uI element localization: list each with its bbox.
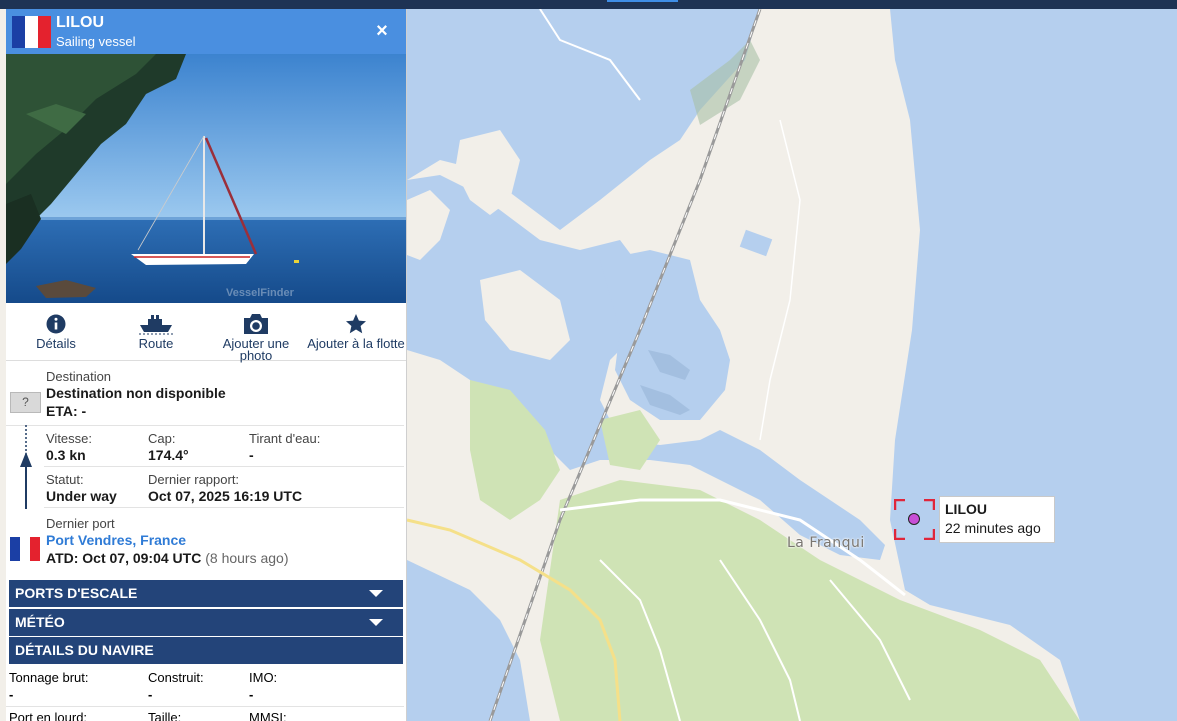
- last-port-row: Dernier port Port Vendres, France ATD: O…: [6, 508, 404, 574]
- mmsi-label: MMSI:: [249, 710, 287, 721]
- panel-header: LILOU Sailing vessel ×: [6, 9, 406, 54]
- route-button[interactable]: Route: [106, 303, 206, 360]
- gross-tonnage-value: -: [9, 687, 14, 702]
- star-icon: [306, 313, 406, 335]
- draught-value: -: [249, 447, 254, 463]
- draught-label: Tirant d'eau:: [249, 431, 321, 446]
- map-town-label: La Franqui: [787, 535, 865, 551]
- panel-actions: Détails Route Ajouter une photo Ajouter …: [6, 303, 406, 363]
- atd-value: ATD: Oct 07, 09:04 UTC (8 hours ago): [46, 550, 289, 566]
- info-icon: [6, 313, 106, 335]
- destination-label: Destination: [46, 369, 112, 384]
- eta-value: ETA: -: [46, 403, 87, 419]
- gross-tonnage-label: Tonnage brut:: [9, 670, 89, 685]
- add-photo-button-label: Ajouter une photo: [222, 336, 290, 363]
- atd-text: ATD: Oct 07, 09:04 UTC: [46, 550, 202, 566]
- unknown-destination-icon: ?: [10, 392, 41, 413]
- course-arrow-icon: [18, 425, 34, 511]
- imo-value: -: [249, 687, 254, 702]
- add-to-fleet-button[interactable]: Ajouter à la flotte: [306, 303, 406, 360]
- weather-section[interactable]: MÉTÉO: [9, 609, 403, 636]
- speed-row: Vitesse: 0.3 kn Cap: 174.4° Tirant d'eau…: [44, 426, 404, 467]
- vessel-map-tooltip[interactable]: LILOU 22 minutes ago: [939, 496, 1055, 543]
- deadweight-label: Port en lourd:: [9, 710, 88, 721]
- built-label: Construit:: [148, 670, 204, 685]
- target-bracket-icon: [893, 498, 936, 541]
- vessel-info-panel: LILOU Sailing vessel × VesselFinder Déta…: [6, 9, 407, 721]
- chevron-down-icon: [369, 590, 383, 597]
- vessel-details-section[interactable]: DÉTAILS DU NAVIRE: [9, 637, 403, 664]
- status-value: Under way: [46, 488, 117, 504]
- photo-watermark: VesselFinder: [226, 287, 294, 299]
- vessel-type: Sailing vessel: [56, 34, 136, 49]
- add-photo-button[interactable]: Ajouter une photo: [206, 303, 306, 363]
- weather-title: MÉTÉO: [15, 614, 65, 630]
- vessel-photo-image: [6, 54, 406, 303]
- course-label: Cap:: [148, 431, 176, 446]
- vessel-details-title: DÉTAILS DU NAVIRE: [15, 642, 154, 658]
- vessel-photo[interactable]: VesselFinder: [6, 54, 406, 303]
- france-flag-icon: [12, 16, 51, 48]
- destination-row: ? Destination Destination non disponible…: [6, 361, 404, 426]
- status-label: Statut:: [46, 472, 84, 487]
- course-value: 174.4°: [148, 447, 189, 463]
- speed-label: Vitesse:: [46, 431, 93, 446]
- tooltip-report-age: 22 minutes ago: [945, 520, 1041, 536]
- details-button-label: Détails: [36, 336, 76, 351]
- vessel-info-block: ? Destination Destination non disponible…: [6, 361, 406, 576]
- last-report-value: Oct 07, 2025 16:19 UTC: [148, 488, 303, 504]
- vessel-position-marker[interactable]: [893, 498, 936, 541]
- chevron-down-icon: [369, 619, 383, 626]
- active-tab-indicator: [607, 0, 678, 2]
- atd-ago: (8 hours ago): [205, 550, 289, 566]
- close-icon[interactable]: ×: [372, 21, 392, 41]
- details-divider: [6, 706, 404, 707]
- last-report-label: Dernier rapport:: [148, 472, 240, 487]
- status-row: Statut: Under way Dernier rapport: Oct 0…: [44, 467, 404, 508]
- destination-value: Destination non disponible: [46, 385, 226, 401]
- tooltip-vessel-name: LILOU: [945, 501, 987, 517]
- vessel-name: LILOU: [56, 14, 104, 31]
- speed-value: 0.3 kn: [46, 447, 86, 463]
- port-flag-icon: [10, 537, 40, 561]
- size-label: Taille:: [148, 710, 182, 721]
- imo-label: IMO:: [249, 670, 278, 685]
- last-port-label: Dernier port: [46, 516, 115, 531]
- ship-route-icon: [106, 313, 206, 335]
- built-value: -: [148, 687, 153, 702]
- ports-of-call-section[interactable]: PORTS D'ESCALE: [9, 580, 403, 607]
- add-to-fleet-button-label: Ajouter à la flotte: [307, 336, 405, 351]
- last-port-link[interactable]: Port Vendres, France: [46, 532, 186, 548]
- ports-of-call-title: PORTS D'ESCALE: [15, 585, 138, 601]
- route-button-label: Route: [138, 336, 174, 351]
- camera-icon: [206, 313, 306, 335]
- details-button[interactable]: Détails: [6, 303, 106, 360]
- top-navigation-bar: [0, 0, 1177, 9]
